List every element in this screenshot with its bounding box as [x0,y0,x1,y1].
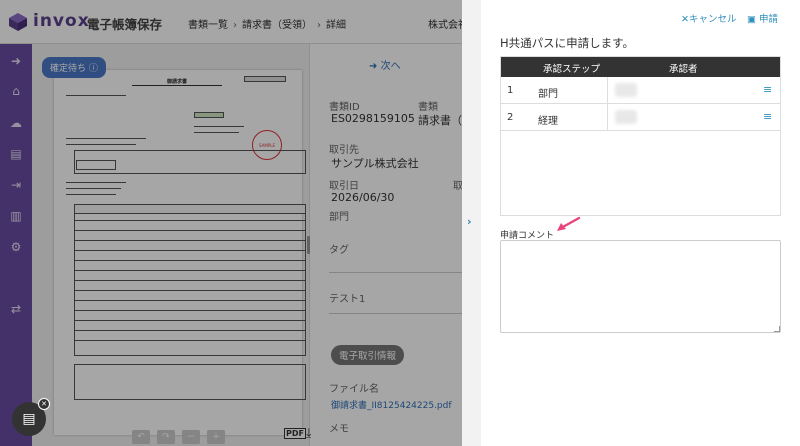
table-row: 2 経理 ≡ [501,104,780,131]
row-number: 1 [507,85,514,96]
table-header: 承認ステップ 承認者 [501,57,780,77]
column-approver: 承認者 [669,64,698,75]
approver-blurred [615,110,637,124]
comment-textarea[interactable] [500,240,781,333]
column-step: 承認ステップ [543,64,601,75]
menu-icon[interactable]: ≡ [763,110,772,123]
approver-blurred [615,83,637,97]
main-app: invox 電子帳簿保存 書類一覧›請求書（受領）›詳細 株式会社 ➜ ⌂ ☁ … [0,0,462,446]
row-number: 2 [507,112,514,123]
annotation-arrow-icon [557,216,581,231]
chevron-right-icon[interactable]: › [467,215,472,228]
resize-handle[interactable] [774,326,780,332]
application-panel: ✕キャンセル ▣ 申請 H共通パスに申請します。 承認ステップ 承認者 1 部門… [481,0,800,446]
apply-button[interactable]: ▣ 申請 [747,11,778,25]
close-icon: ✕ [681,14,689,25]
close-icon[interactable]: ✕ [38,398,50,410]
modal-overlay[interactable] [0,0,462,446]
table-row: 1 部門 ≡ [501,77,780,104]
panel-gutter[interactable]: › [462,0,481,446]
row-step: 部門 [538,89,558,100]
approval-route-table: 承認ステップ 承認者 1 部門 ≡ 2 経理 ≡ [500,56,781,216]
save-icon: ▣ [747,14,756,25]
cancel-button[interactable]: ✕キャンセル [681,11,736,25]
row-step: 経理 [538,116,558,127]
menu-icon[interactable]: ≡ [763,83,772,96]
panel-title: H共通パスに申請します。 [500,36,634,50]
